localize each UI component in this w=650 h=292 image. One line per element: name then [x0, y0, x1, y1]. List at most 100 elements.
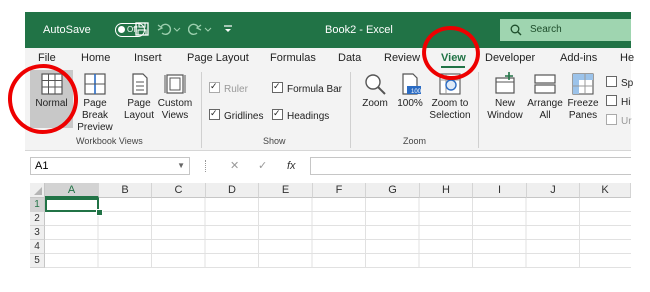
row-header-2[interactable]: 2	[30, 212, 45, 226]
column-header-h[interactable]: H	[420, 183, 473, 198]
page-layout-label-2: Layout	[123, 110, 155, 121]
arrange-all-label-2: All	[539, 110, 551, 121]
magnifier-icon	[365, 74, 386, 95]
selected-cell[interactable]	[45, 198, 99, 212]
select-all-corner[interactable]	[30, 183, 45, 198]
workbook-views-group-label: Workbook Views	[76, 136, 143, 146]
column-header-f[interactable]: F	[313, 183, 366, 198]
arrange-all-label-1: Arrange	[527, 98, 563, 109]
new-window-label-2: Window	[487, 110, 523, 121]
hide-label: Hi	[621, 97, 631, 108]
freeze-panes-button[interactable]: Freeze Panes	[563, 72, 603, 122]
custom-views-label-2: Views	[161, 110, 189, 121]
search-placeholder: Search	[530, 24, 562, 35]
ribbon-tabs: File Home Insert Page Layout Formulas Da…	[25, 48, 634, 68]
tab-review[interactable]: Review	[384, 48, 420, 68]
cancel-icon[interactable]: ✕	[230, 157, 239, 175]
column-header-e[interactable]: E	[259, 183, 313, 198]
ruler-checkbox[interactable]: Ruler	[209, 80, 248, 96]
undo-icon[interactable]	[157, 22, 181, 36]
unhide-icon	[606, 114, 617, 125]
tab-home[interactable]: Home	[81, 48, 110, 68]
tab-help[interactable]: He	[620, 48, 634, 68]
gridlines-checkbox[interactable]: Gridlines	[209, 107, 264, 123]
split-label: Sp	[621, 78, 634, 89]
split-button[interactable]: Sp	[606, 76, 633, 90]
headings-label: Headings	[287, 111, 330, 122]
toggle-knob	[118, 26, 125, 33]
cell-grid[interactable]	[45, 198, 631, 268]
hide-icon	[606, 95, 617, 106]
column-header-d[interactable]: D	[206, 183, 259, 198]
name-box-value: A1	[35, 160, 49, 172]
column-header-k[interactable]: K	[580, 183, 631, 198]
formula-bar-label: Formula Bar	[287, 84, 343, 95]
ribbon-separator	[201, 72, 202, 148]
tab-insert[interactable]: Insert	[134, 48, 162, 68]
page-break-preview-button[interactable]: Page Break Preview	[71, 72, 119, 134]
page-layout-label-1: Page	[127, 98, 151, 109]
tab-page-layout[interactable]: Page Layout	[187, 48, 249, 68]
ribbon-separator	[478, 72, 479, 148]
page-layout-icon	[132, 73, 148, 95]
row-header-1[interactable]: 1	[30, 198, 45, 212]
insert-function-icon[interactable]: fx	[287, 157, 296, 175]
ruler-check-box	[209, 80, 220, 93]
fill-handle[interactable]	[96, 209, 103, 216]
zoom-100-button[interactable]: 100 100%	[393, 72, 427, 110]
gridlines-label: Gridlines	[224, 111, 264, 122]
ribbon-separator	[350, 72, 351, 148]
freeze-panes-label-2: Panes	[568, 110, 598, 121]
autosave-label: AutoSave	[43, 24, 91, 36]
formula-bar-grip[interactable]	[205, 160, 208, 172]
new-window-label-1: New	[494, 98, 515, 109]
search-icon	[510, 24, 522, 36]
freeze-panes-label-1: Freeze	[567, 98, 599, 109]
custom-views-label-1: Custom	[157, 98, 193, 109]
zoom-button[interactable]: Zoom	[358, 72, 392, 110]
name-box-dropdown-icon[interactable]: ▼	[177, 158, 185, 174]
zoom-100-badge: 100	[411, 89, 422, 95]
customize-toolbar-icon[interactable]	[223, 24, 233, 34]
row-header-3[interactable]: 3	[30, 226, 45, 240]
zoom-group-label: Zoom	[403, 136, 427, 146]
unhide-button[interactable]: Ur	[606, 114, 632, 128]
select-all-icon	[34, 187, 42, 195]
tab-formulas[interactable]: Formulas	[270, 48, 316, 68]
column-header-c[interactable]: C	[152, 183, 206, 198]
row-header-4[interactable]: 4	[30, 240, 45, 254]
tab-add-ins[interactable]: Add-ins	[560, 48, 597, 68]
zoom-label: Zoom	[362, 98, 388, 109]
title-bar: AutoSave Off Book2 - Excel Search	[25, 12, 631, 48]
page-layout-view-button[interactable]: Page Layout	[120, 72, 158, 122]
zoom-100-label: 100%	[397, 98, 423, 109]
gridlines-check-box	[209, 107, 220, 120]
tab-data[interactable]: Data	[338, 48, 361, 68]
freeze-panes-icon	[572, 73, 594, 95]
column-header-g[interactable]: G	[366, 183, 420, 198]
show-group-label: Show	[263, 136, 286, 146]
name-box[interactable]: A1 ▼	[30, 157, 190, 175]
formula-bar-checkbox[interactable]: Formula Bar	[272, 80, 343, 96]
arrange-all-button[interactable]: Arrange All	[525, 72, 565, 122]
hide-button[interactable]: Hi	[606, 95, 630, 109]
save-icon[interactable]	[135, 22, 149, 36]
column-header-b[interactable]: B	[99, 183, 152, 198]
new-window-button[interactable]: New Window	[484, 72, 526, 122]
page-break-label-2: Preview	[77, 122, 113, 133]
headings-checkbox[interactable]: Headings	[272, 107, 330, 123]
zoom-selection-label-1: Zoom to	[431, 98, 469, 109]
formula-input[interactable]	[310, 157, 631, 175]
row-header-5[interactable]: 5	[30, 254, 45, 268]
unhide-label: Ur	[621, 116, 632, 127]
column-header-i[interactable]: I	[473, 183, 527, 198]
column-header-a[interactable]: A	[45, 183, 99, 198]
column-header-j[interactable]: J	[527, 183, 580, 198]
redo-icon[interactable]	[188, 22, 212, 36]
tab-developer[interactable]: Developer	[485, 48, 535, 68]
ruler-label: Ruler	[224, 84, 248, 95]
window-title: Book2 - Excel	[325, 24, 393, 36]
enter-icon[interactable]: ✓	[258, 157, 267, 175]
custom-views-button[interactable]: Custom Views	[155, 72, 195, 122]
search-box[interactable]: Search	[500, 19, 631, 41]
